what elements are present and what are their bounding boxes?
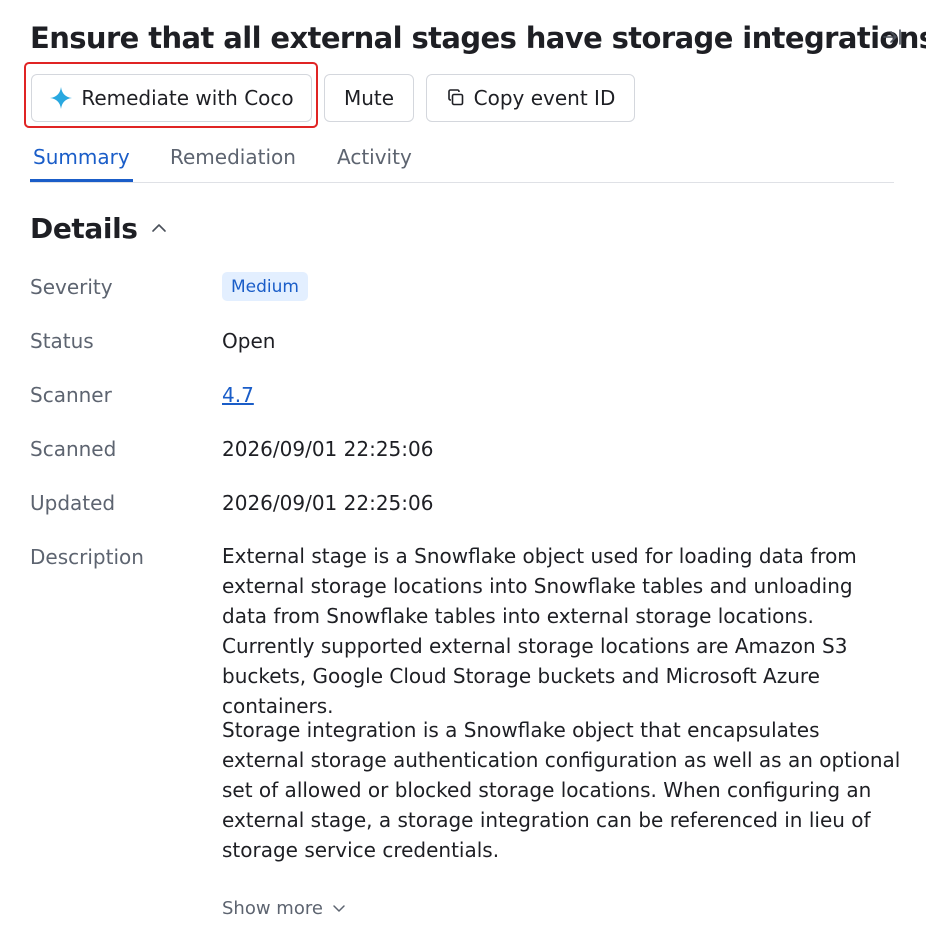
sparkle-icon: [49, 86, 73, 110]
status-value: Open: [222, 329, 276, 353]
tab-summary[interactable]: Summary: [30, 132, 133, 182]
collapse-panel-button[interactable]: [878, 26, 906, 52]
tab-remediation[interactable]: Remediation: [170, 132, 296, 181]
show-more-button[interactable]: Show more: [222, 894, 347, 922]
remediate-with-coco-button[interactable]: Remediate with Coco: [31, 74, 312, 122]
description-paragraph-2: Storage integration is a Snowflake objec…: [222, 718, 901, 862]
scanner-version-link[interactable]: 4.7: [222, 383, 254, 407]
scanner-label: Scanner: [30, 383, 112, 407]
copy-event-id-button[interactable]: Copy event ID: [426, 74, 635, 122]
page-title: Ensure that all external stages have sto…: [30, 21, 926, 55]
scanned-value: 2026/09/01 22:25:06: [222, 437, 434, 461]
updated-value: 2026/09/01 22:25:06: [222, 491, 434, 515]
scanned-label: Scanned: [30, 437, 117, 461]
details-section-toggle[interactable]: Details: [30, 208, 168, 248]
finding-detail-panel: Ensure that all external stages have sto…: [0, 0, 926, 925]
mute-label: Mute: [343, 86, 395, 110]
mute-button[interactable]: Mute: [324, 74, 414, 122]
details-heading: Details: [30, 211, 138, 245]
tab-bar: Summary Remediation Activity: [30, 132, 894, 183]
chevron-down-icon: [331, 900, 347, 916]
copy-icon: [446, 88, 466, 108]
remediate-with-coco-label: Remediate with Coco: [81, 86, 294, 110]
show-more-label: Show more: [222, 897, 323, 919]
severity-label: Severity: [30, 275, 113, 299]
severity-badge: Medium: [222, 272, 308, 301]
collapse-panel-icon: [881, 26, 903, 52]
chevron-up-icon: [150, 219, 168, 237]
updated-label: Updated: [30, 491, 116, 515]
tab-activity[interactable]: Activity: [337, 132, 412, 181]
description-paragraph-1: External stage is a Snowflake object use…: [222, 544, 857, 718]
status-label: Status: [30, 329, 94, 353]
copy-event-id-label: Copy event ID: [473, 86, 616, 110]
description-label: Description: [30, 545, 144, 569]
